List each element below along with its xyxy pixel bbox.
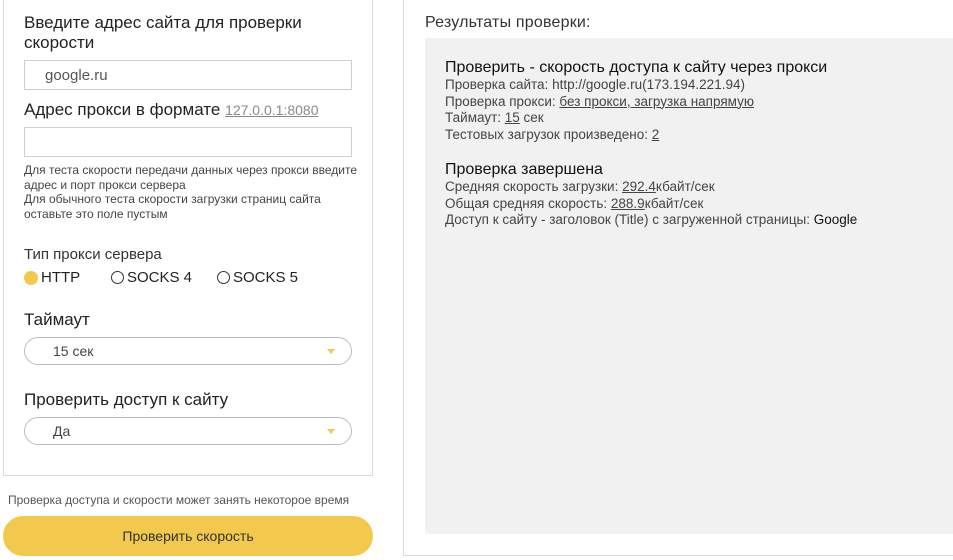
proxy-label-text: Адрес прокси в формате [24,100,221,119]
proxy-input[interactable] [24,127,352,157]
page-title-value: Google [813,212,858,227]
total-speed-line: Общая средняя скорость: 288.9кбайт/сек [445,196,945,213]
url-input[interactable] [24,60,352,90]
proxy-hint-line-2: Для обычного теста скорости загрузки стр… [24,192,321,221]
checked-proxy-value: без прокси, загрузка напрямую [559,93,754,109]
total-speed-unit: кбайт/сек [644,195,704,211]
results-block-done: Проверка завершена Средняя скорость загр… [445,160,945,229]
timeout-select[interactable]: 15 сек [24,337,352,365]
avg-speed-line: Средняя скорость загрузки: 292.4кбайт/се… [445,179,945,196]
radio-socks4[interactable]: SOCKS 4 [111,269,192,286]
radio-http[interactable]: HTTP [24,269,80,286]
results-box: Проверить - скорость доступа к сайту чер… [425,38,953,534]
checked-proxy-label: Проверка прокси: [445,93,560,109]
checked-site-value: http://google.ru(173.194.221.94) [552,77,745,92]
checked-site-label: Проверка сайта: [445,77,553,92]
results-panel: Результаты проверки: Проверить - скорост… [403,0,953,556]
chevron-down-icon [327,349,335,354]
radio-socks4-label: SOCKS 4 [127,269,193,286]
access-label: Проверить доступ к сайту [24,390,229,409]
timeout-result-label: Таймаут: [445,110,505,125]
total-speed-value: 288.9 [610,195,645,211]
radio-socks5-label: SOCKS 5 [233,269,299,286]
check-heading: Проверить - скорость доступа к сайту чер… [445,59,828,76]
timeout-line: Таймаут: 15 сек [445,110,945,127]
chevron-down-icon [327,429,335,434]
proxy-example-link[interactable]: 127.0.0.1:8080 [225,102,318,118]
radio-socks5[interactable]: SOCKS 5 [217,269,298,286]
proxy-type-label: Тип прокси сервера [24,246,162,263]
checked-site-line: Проверка сайта: http://google.ru(173.194… [445,77,945,94]
checked-proxy-line: Проверка прокси: без прокси, загрузка на… [445,94,945,111]
avg-speed-unit: кбайт/сек [655,179,715,194]
timeout-result-value: 15 [504,110,520,125]
proxy-label: Адрес прокси в формате 127.0.0.1:8080 [24,100,318,120]
timeout-result-unit: сек [519,110,544,125]
radio-http-label: HTTP [41,269,81,286]
check-speed-button[interactable]: Проверить скорость [3,516,373,556]
results-block-check: Проверить - скорость доступа к сайту чер… [445,58,945,143]
results-title: Результаты проверки: [425,14,591,31]
done-heading: Проверка завершена [445,161,603,178]
radio-empty-icon [217,271,230,284]
check-form-panel: Введите адрес сайта для проверки скорост… [3,0,373,476]
page-title-line: Доступ к сайту - заголовок (Title) с заг… [445,212,945,229]
radio-empty-icon [111,271,124,284]
timeout-select-value: 15 сек [53,343,94,359]
proxy-hint-line-1: Для теста скорости передачи данных через… [24,163,358,192]
access-select-value: Да [53,423,71,439]
radio-selected-icon [24,270,38,285]
avg-speed-value: 292.4 [622,179,656,194]
tests-line: Тестовых загрузок произведено: 2 [445,127,945,144]
tests-value: 2 [651,126,660,142]
url-label: Введите адрес сайта для проверки скорост… [24,13,302,52]
access-select[interactable]: Да [24,417,352,445]
proxy-type-radio-group: HTTP SOCKS 4 SOCKS 5 [24,269,354,287]
tests-label: Тестовых загрузок произведено: [445,126,652,142]
avg-speed-label: Средняя скорость загрузки: [445,179,623,194]
total-speed-label: Общая средняя скорость: [445,195,611,211]
timeout-label: Таймаут [24,310,90,329]
proxy-hint: Для теста скорости передачи данных через… [24,163,364,221]
duration-note: Проверка доступа и скорости может занять… [8,493,350,507]
page-title-label: Доступ к сайту - заголовок (Title) с заг… [445,212,814,227]
